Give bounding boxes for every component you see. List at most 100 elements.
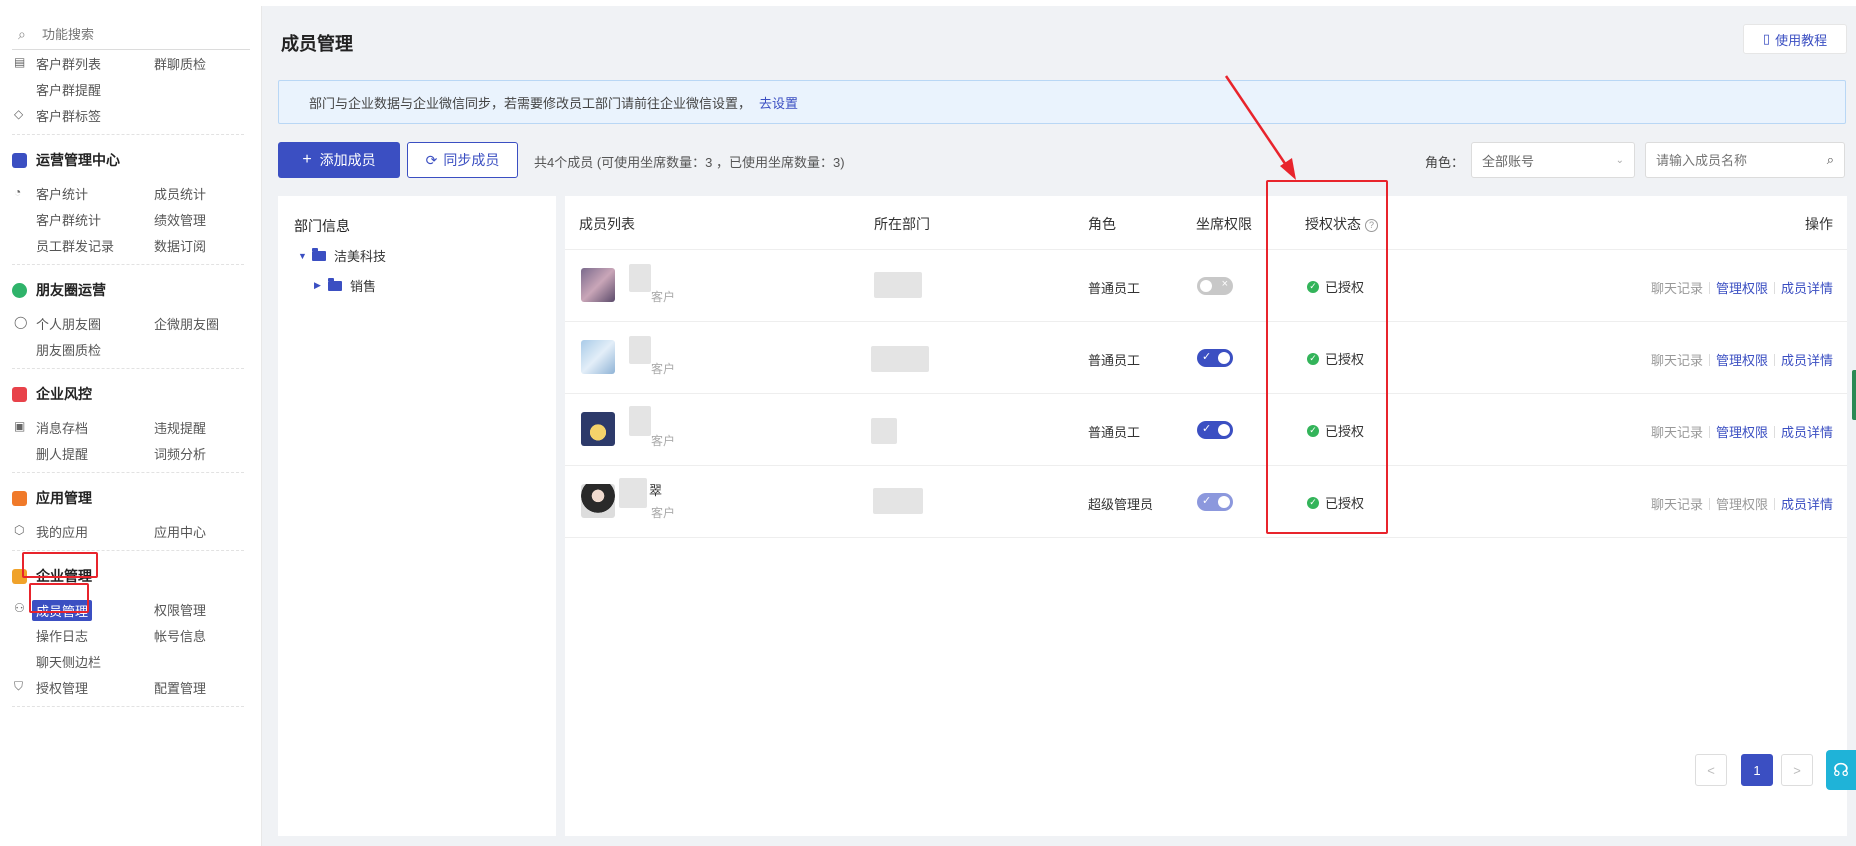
member-search-input[interactable] bbox=[1656, 152, 1806, 168]
tag-icon: ◇ bbox=[14, 107, 24, 121]
check-icon: ✓ bbox=[1202, 351, 1212, 363]
seat-toggle[interactable]: × bbox=[1197, 277, 1233, 295]
check-circle-icon: ✓ bbox=[1307, 496, 1319, 509]
folder-icon bbox=[312, 247, 326, 261]
sidebar-item-personal-moments[interactable]: 个人朋友圈 bbox=[36, 314, 101, 333]
member-detail-link[interactable]: 成员详情 bbox=[1781, 422, 1833, 441]
sidebar-item-group-reminder[interactable]: 客户群提醒 bbox=[36, 80, 101, 99]
section-title: 企业管理 bbox=[36, 568, 92, 584]
sidebar-item-data-subscribe[interactable]: 数据订阅 bbox=[154, 236, 206, 255]
function-search[interactable]: ⌕ bbox=[12, 20, 250, 50]
toggle-knob bbox=[1218, 424, 1230, 436]
sidebar-item-app-center[interactable]: 应用中心 bbox=[154, 522, 206, 541]
sidebar-section-moments[interactable]: 朋友圈运营 bbox=[0, 280, 261, 302]
function-search-input[interactable] bbox=[42, 27, 242, 42]
sidebar-item-violation-alert[interactable]: 违规提醒 bbox=[154, 418, 206, 437]
chat-record-link[interactable]: 聊天记录 bbox=[1651, 278, 1703, 297]
plus-icon: + bbox=[302, 151, 312, 168]
toggle-knob bbox=[1218, 496, 1230, 508]
manage-permission-link[interactable]: 管理权限 bbox=[1716, 422, 1768, 441]
seat-toggle[interactable]: ✓ bbox=[1197, 493, 1233, 511]
layers-icon bbox=[12, 491, 27, 506]
sidebar-item-performance[interactable]: 绩效管理 bbox=[154, 210, 206, 229]
moments-icon bbox=[12, 283, 27, 298]
caret-down-icon[interactable]: ▼ bbox=[298, 251, 312, 261]
headset-icon[interactable]: ☊ bbox=[1826, 750, 1856, 790]
sidebar-item-group-list[interactable]: 客户群列表 bbox=[36, 54, 101, 73]
chat-record-link[interactable]: 聊天记录 bbox=[1651, 350, 1703, 369]
sidebar-item-wecom-moments[interactable]: 企微朋友圈 bbox=[154, 314, 219, 333]
table-row: 翠 客户 超级管理员 ✓ ✓ 已授权 聊天记录 管理权限 成员详情 bbox=[565, 466, 1847, 538]
sidebar-item-operation-log[interactable]: 操作日志 bbox=[36, 626, 88, 645]
chat-record-link[interactable]: 聊天记录 bbox=[1651, 422, 1703, 441]
sidebar-item-group-tags[interactable]: 客户群标签 bbox=[36, 106, 101, 125]
sidebar-item-delete-alert[interactable]: 删人提醒 bbox=[36, 444, 88, 463]
caret-right-icon[interactable]: ▶ bbox=[314, 280, 328, 291]
manage-permission-link[interactable]: 管理权限 bbox=[1716, 278, 1768, 297]
role-select[interactable]: 全部账号 ⌄ bbox=[1471, 142, 1635, 178]
check-icon: ✓ bbox=[1202, 423, 1212, 435]
page-number: 1 bbox=[1753, 762, 1761, 778]
sidebar-item-moments-qc[interactable]: 朋友圈质检 bbox=[36, 340, 101, 359]
sync-notice: 部门与企业数据与企业微信同步，若需要修改员工部门请前往企业微信设置， 去设置 bbox=[278, 80, 1846, 124]
check-circle-icon: ✓ bbox=[1307, 424, 1319, 437]
col-member: 成员列表 bbox=[579, 216, 635, 232]
blurred-department bbox=[874, 272, 922, 298]
sync-member-button[interactable]: ⟳ 同步成员 bbox=[407, 142, 518, 178]
member-search[interactable]: ⌕ bbox=[1645, 142, 1845, 178]
sidebar-item-message-archive[interactable]: 消息存档 bbox=[36, 418, 88, 437]
member-table: 成员列表 所在部门 角色 坐席权限 授权状态? 操作 客户 普通员工 × ✓ 已… bbox=[565, 196, 1847, 836]
sidebar-row: 删人提醒 词频分析 bbox=[0, 444, 261, 464]
member-detail-link[interactable]: 成员详情 bbox=[1781, 278, 1833, 297]
sidebar-section-enterprise[interactable]: 企业管理 bbox=[0, 566, 261, 588]
prev-page-button[interactable]: < bbox=[1695, 754, 1727, 786]
sidebar-section-risk[interactable]: 企业风控 bbox=[0, 384, 261, 406]
notice-settings-link[interactable]: 去设置 bbox=[759, 93, 798, 112]
tutorial-button[interactable]: ▯ 使用教程 bbox=[1743, 24, 1847, 54]
sidebar-row: 聊天侧边栏 bbox=[0, 652, 261, 672]
auth-status-text: 已授权 bbox=[1325, 352, 1365, 367]
sidebar-item-auth-management[interactable]: 授权管理 bbox=[36, 678, 88, 697]
row-actions: 聊天记录 管理权限 成员详情 bbox=[1651, 278, 1833, 297]
sidebar-divider bbox=[12, 264, 244, 265]
side-tab[interactable] bbox=[1852, 370, 1856, 420]
sidebar-item-my-apps[interactable]: 我的应用 bbox=[36, 522, 88, 541]
tree-node-child[interactable]: ▶ 销售 bbox=[314, 276, 376, 295]
sidebar-section-operations[interactable]: 运营管理中心 bbox=[0, 150, 261, 172]
avatar bbox=[581, 484, 615, 518]
sidebar-item-member-management[interactable]: 成员管理 bbox=[32, 600, 93, 621]
sidebar-item-group-stats[interactable]: 客户群统计 bbox=[36, 210, 101, 229]
seat-toggle[interactable]: ✓ bbox=[1197, 349, 1233, 367]
page-button-1[interactable]: 1 bbox=[1741, 754, 1773, 786]
member-detail-link[interactable]: 成员详情 bbox=[1781, 350, 1833, 369]
sidebar-item-group-chat-qc[interactable]: 群聊质检 bbox=[154, 54, 206, 73]
chat-record-link[interactable]: 聊天记录 bbox=[1651, 494, 1703, 513]
user-icon: ⚇ bbox=[14, 601, 25, 615]
add-member-button[interactable]: + 添加成员 bbox=[278, 142, 400, 178]
chart-icon bbox=[12, 153, 27, 168]
sidebar-section-apps[interactable]: 应用管理 bbox=[0, 488, 261, 510]
sidebar-item-account-info[interactable]: 帐号信息 bbox=[154, 626, 206, 645]
section-title: 企业风控 bbox=[36, 386, 92, 402]
sidebar-item-config-management[interactable]: 配置管理 bbox=[154, 678, 206, 697]
tree-node-root[interactable]: ▼ 洁美科技 bbox=[298, 246, 386, 265]
sidebar-item-permission-management[interactable]: 权限管理 bbox=[154, 600, 206, 619]
check-circle-icon: ✓ bbox=[1307, 352, 1319, 365]
sidebar-item-mass-send[interactable]: 员工群发记录 bbox=[36, 236, 114, 255]
member-detail-link[interactable]: 成员详情 bbox=[1781, 494, 1833, 513]
sidebar-item-word-frequency[interactable]: 词频分析 bbox=[154, 444, 206, 463]
sidebar-row: ▣ 消息存档 违规提醒 bbox=[0, 418, 261, 438]
sidebar-row: ▤ 客户群列表 群聊质检 bbox=[0, 54, 261, 74]
sidebar-item-chat-sidebar[interactable]: 聊天侧边栏 bbox=[36, 652, 101, 671]
notice-text: 部门与企业数据与企业微信同步，若需要修改员工部门请前往企业微信设置， bbox=[309, 95, 752, 111]
sidebar-row: ◇ 客户群标签 bbox=[0, 106, 261, 126]
role-select-value: 全部账号 bbox=[1482, 153, 1535, 169]
sidebar-item-member-stats[interactable]: 成员统计 bbox=[154, 184, 206, 203]
seat-toggle[interactable]: ✓ bbox=[1197, 421, 1233, 439]
next-page-button[interactable]: > bbox=[1781, 754, 1813, 786]
help-icon[interactable]: ? bbox=[1365, 218, 1378, 232]
sidebar-item-customer-stats[interactable]: 客户统计 bbox=[36, 184, 88, 203]
tutorial-label: 使用教程 bbox=[1775, 32, 1828, 48]
search-icon[interactable]: ⌕ bbox=[1827, 152, 1834, 168]
manage-permission-link[interactable]: 管理权限 bbox=[1716, 350, 1768, 369]
